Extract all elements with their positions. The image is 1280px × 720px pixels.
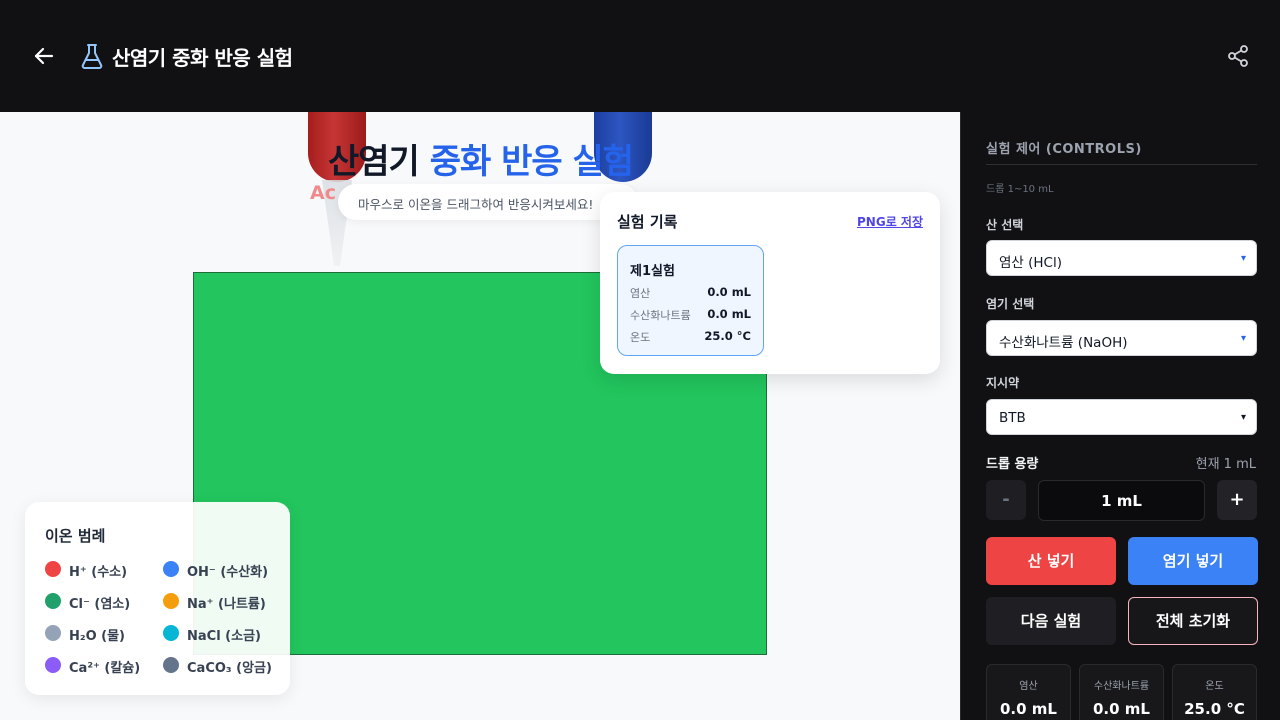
acid-select-value: 염산 (HCl) — [999, 255, 1062, 271]
page-title: 산염기 중화 반응 실험 — [112, 46, 293, 70]
base-select-label: 염기 선택 — [986, 297, 1035, 311]
acid-select-label: 산 선택 — [986, 218, 1024, 232]
legend-label: H⁺ (수소) — [69, 565, 128, 580]
legend-swatch — [45, 625, 61, 641]
legend-swatch — [163, 593, 179, 609]
stat-label: 온도 — [1205, 681, 1224, 692]
indicator-select-label: 지시약 — [986, 376, 1020, 390]
legend-label: CaCO₃ (앙금) — [187, 661, 272, 676]
stat-value: 0.0 mL — [1000, 700, 1057, 718]
legend-label: H₂O (물) — [69, 629, 125, 644]
experiment-records-panel: 실험 기록 PNG로 저장 제1실험 염산 0.0 mL 수산화나트륨 0.0 … — [600, 192, 940, 374]
record-row-acid: 염산 0.0 mL — [630, 285, 751, 301]
legend-swatch — [45, 561, 61, 577]
legend-label: Cl⁻ (염소) — [69, 597, 131, 612]
stat-base: 수산화나트륨 0.0 mL — [1079, 664, 1164, 720]
legend-swatch — [163, 625, 179, 641]
controls-panel: 실험 제어 (CONTROLS) 드롭 1~10 mL 산 선택 염산 (HCl… — [960, 112, 1280, 720]
arrow-left-icon[interactable] — [32, 44, 56, 68]
stat-temperature: 온도 25.0 °C — [1172, 664, 1257, 720]
stat-value: 25.0 °C — [1184, 700, 1245, 718]
stage-title-part1: 산염기 — [328, 142, 420, 182]
legend-swatch — [45, 657, 61, 673]
legend-swatch — [45, 593, 61, 609]
indicator-select[interactable]: BTB ▾ — [986, 399, 1257, 435]
base-select[interactable]: 수산화나트륨 (NaOH) ▾ — [986, 320, 1257, 356]
dose-label: 드롭 용량 — [986, 457, 1039, 472]
record-row-value: 0.0 mL — [707, 285, 751, 299]
record-row-label: 온도 — [630, 331, 651, 344]
record-row-value: 0.0 mL — [707, 307, 751, 321]
dose-decrease-button[interactable]: - — [986, 480, 1026, 520]
stage-title: 산염기 중화 반응 실험 — [328, 134, 634, 183]
legend-label: Ca²⁺ (칼슘) — [69, 661, 141, 676]
legend-label: NaCl (소금) — [187, 629, 261, 644]
flask-icon — [80, 43, 104, 69]
record-row-base: 수산화나트륨 0.0 mL — [630, 307, 751, 323]
record-row-value: 25.0 °C — [704, 329, 751, 343]
save-png-link[interactable]: PNG로 저장 — [857, 213, 923, 230]
indicator-select-value: BTB — [999, 410, 1026, 426]
dose-increase-button[interactable]: + — [1217, 480, 1257, 520]
legend-swatch — [163, 561, 179, 577]
drag-hint: 마우스로 이온을 드래그하여 반응시켜보세요! — [338, 184, 638, 220]
records-title: 실험 기록 — [617, 213, 678, 231]
stat-label: 수산화나트륨 — [1093, 681, 1150, 692]
ion-legend: 이온 범례 H⁺ (수소) OH⁻ (수산화) Cl⁻ (염소) Na⁺ (나트… — [25, 502, 290, 695]
top-bar: 산염기 중화 반응 실험 — [0, 0, 1280, 112]
acid-dropper-label: Ac — [310, 182, 336, 204]
stat-acid: 염산 0.0 mL — [986, 664, 1071, 720]
next-experiment-button[interactable]: 다음 실험 — [986, 597, 1116, 645]
dose-input[interactable]: 1 mL — [1038, 480, 1205, 521]
chevron-down-icon: ▾ — [1240, 253, 1246, 264]
reset-all-button[interactable]: 전체 초기화 — [1128, 597, 1258, 645]
legend-label: OH⁻ (수산화) — [187, 565, 269, 580]
legend-label: Na⁺ (나트륨) — [187, 597, 266, 612]
add-acid-button[interactable]: 산 넣기 — [986, 537, 1116, 585]
divider — [986, 164, 1257, 165]
legend-title: 이온 범례 — [45, 527, 106, 545]
stage-title-part2: 중화 반응 실험 — [429, 142, 634, 182]
base-select-value: 수산화나트륨 (NaOH) — [999, 335, 1128, 351]
stat-label: 염산 — [1019, 681, 1038, 692]
controls-hint: 드롭 1~10 mL — [986, 184, 1054, 195]
dose-current: 현재 1 mL — [1195, 457, 1256, 472]
record-row-label: 염산 — [630, 287, 651, 300]
stat-value: 0.0 mL — [1093, 700, 1150, 718]
acid-select[interactable]: 염산 (HCl) ▾ — [986, 240, 1257, 276]
record-card-title: 제1실험 — [630, 264, 675, 279]
record-row-label: 수산화나트륨 — [630, 309, 691, 322]
record-row-temperature: 온도 25.0 °C — [630, 329, 751, 345]
add-base-button[interactable]: 염기 넣기 — [1128, 537, 1258, 585]
record-card[interactable]: 제1실험 염산 0.0 mL 수산화나트륨 0.0 mL 온도 25.0 °C — [617, 245, 764, 356]
controls-heading: 실험 제어 (CONTROLS) — [986, 142, 1142, 157]
legend-swatch — [163, 657, 179, 673]
chevron-down-icon: ▾ — [1240, 333, 1246, 344]
share-icon[interactable] — [1226, 44, 1250, 68]
chevron-down-icon: ▾ — [1240, 412, 1246, 423]
